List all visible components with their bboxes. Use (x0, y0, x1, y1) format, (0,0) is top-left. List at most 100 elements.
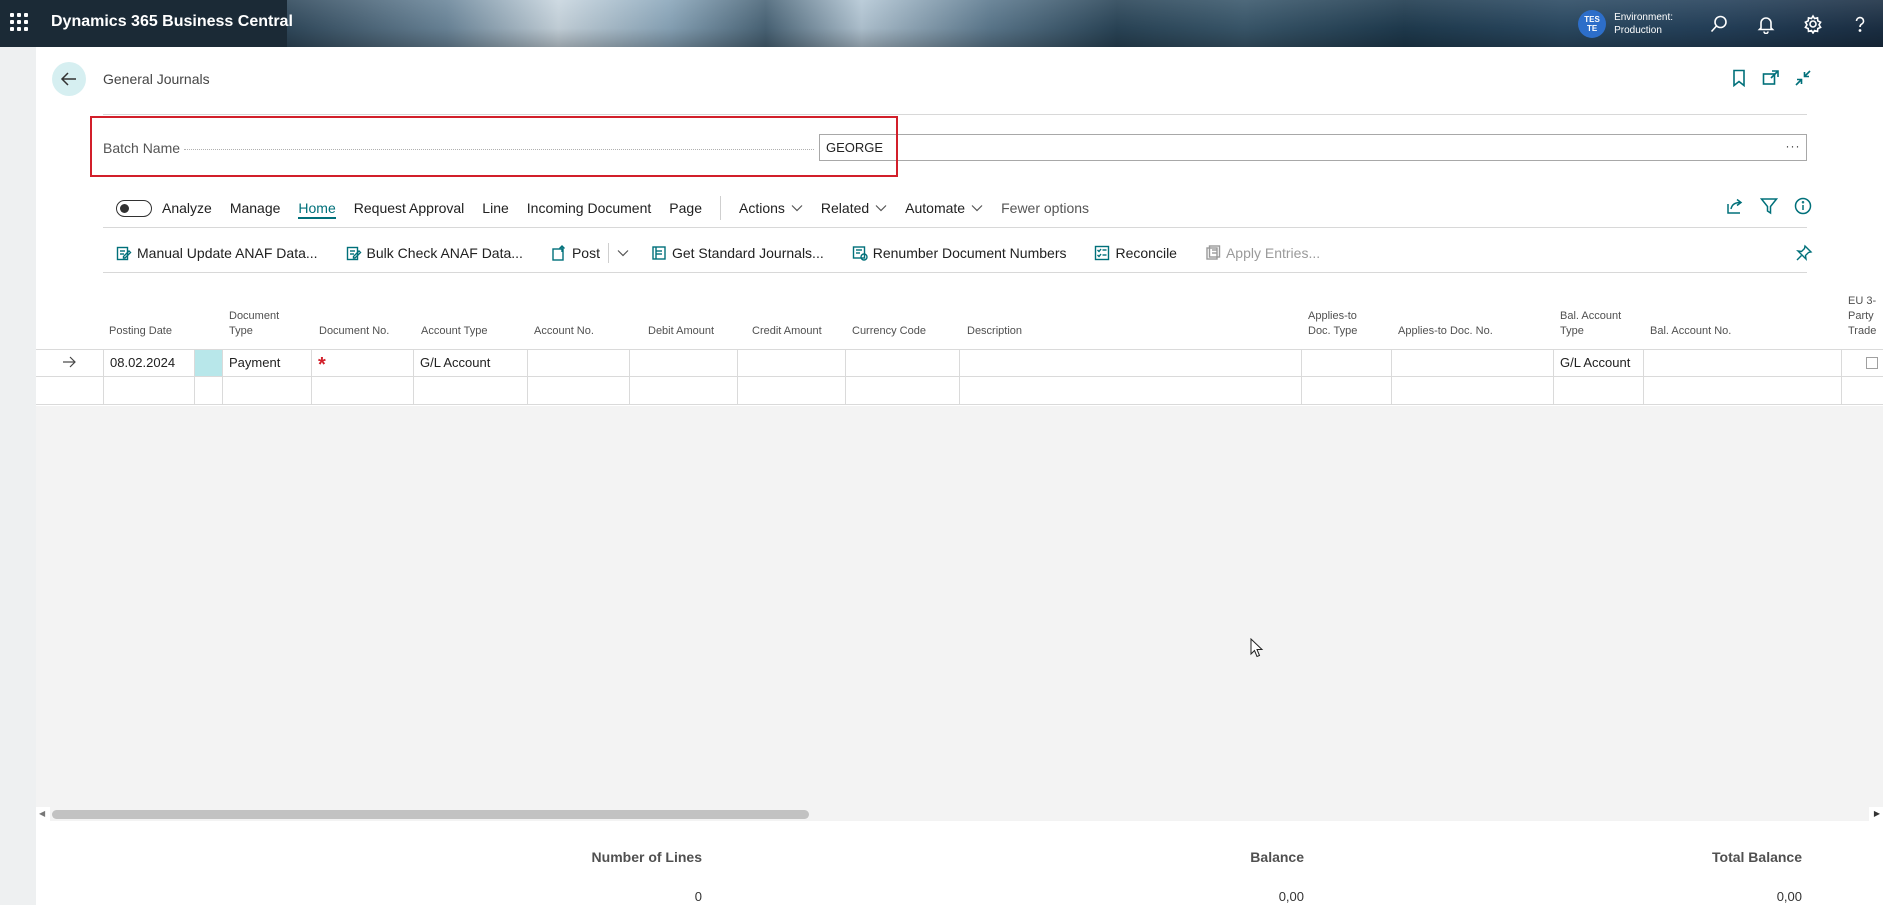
tab-analyze-label[interactable]: Analyze (162, 200, 212, 216)
col-header-document-type[interactable]: Document Type (229, 309, 295, 339)
bulk-check-anaf-button[interactable]: Bulk Check ANAF Data... (346, 245, 523, 261)
grid-empty-area (36, 406, 1883, 807)
table-row[interactable]: 08.02.2024 Payment * G/L Account G/L Acc… (36, 349, 1883, 377)
cell-marker[interactable] (194, 377, 222, 404)
post-split-divider (607, 243, 609, 263)
analyze-toggle[interactable] (116, 199, 152, 217)
cell-description[interactable] (959, 377, 1301, 404)
cell-document-type[interactable]: Payment (222, 350, 311, 377)
cell-description[interactable] (959, 350, 1301, 377)
cell-account-type[interactable] (413, 377, 527, 404)
environment-indicator[interactable]: Environment: Production (1614, 11, 1673, 37)
row-arrow-right-icon (63, 356, 76, 368)
open-new-window-icon[interactable] (1761, 68, 1781, 88)
col-header-description[interactable]: Description (967, 324, 1297, 339)
bell-icon[interactable] (1742, 0, 1789, 47)
bookmark-icon[interactable] (1729, 68, 1749, 88)
post-label: Post (571, 245, 600, 261)
post-button[interactable]: Post (551, 245, 600, 261)
cell-currency-code[interactable] (845, 377, 959, 404)
scroll-right-arrow-icon[interactable]: ▶ (1874, 809, 1880, 818)
user-avatar[interactable]: TES TE (1578, 9, 1607, 38)
col-header-account-no[interactable]: Account No. (534, 324, 630, 339)
share-icon[interactable] (1725, 196, 1745, 216)
tab-manage[interactable]: Manage (230, 200, 281, 216)
cell-credit-amount[interactable] (737, 350, 845, 377)
cell-debit-amount[interactable] (629, 350, 737, 377)
cell-document-type[interactable] (222, 377, 311, 404)
tab-incoming-document[interactable]: Incoming Document (527, 200, 652, 216)
search-icon[interactable] (1695, 0, 1742, 47)
cell-bal-account-no[interactable] (1643, 377, 1841, 404)
col-header-bal-account-type[interactable]: Bal. Account Type (1560, 309, 1640, 339)
post-dropdown-button[interactable] (617, 249, 629, 257)
cell-applies-to-doc-no[interactable] (1391, 350, 1553, 377)
col-header-account-type[interactable]: Account Type (421, 324, 529, 339)
cell-selected-marker[interactable] (194, 350, 222, 377)
table-row-empty[interactable] (36, 376, 1883, 405)
cell-eu-3-party-trade[interactable] (1841, 350, 1883, 377)
app-launcher-icon[interactable] (10, 13, 30, 33)
tab-line[interactable]: Line (482, 200, 508, 216)
fewer-options-button[interactable]: Fewer options (1001, 200, 1089, 216)
cell-account-type[interactable]: G/L Account (413, 350, 527, 377)
horizontal-scrollbar[interactable]: ◀ ▶ (36, 807, 1883, 821)
col-header-credit-amount[interactable]: Credit Amount (752, 324, 854, 339)
col-header-applies-to-doc-type[interactable]: Applies-to Doc. Type (1308, 309, 1378, 339)
filter-icon[interactable] (1759, 196, 1779, 216)
cell-account-no[interactable] (527, 377, 629, 404)
tab-page[interactable]: Page (669, 200, 702, 216)
bulk-check-anaf-label: Bulk Check ANAF Data... (366, 245, 523, 261)
actions-menu[interactable]: Actions (739, 200, 803, 216)
col-header-debit-amount[interactable]: Debit Amount (648, 324, 750, 339)
tab-request-approval[interactable]: Request Approval (354, 200, 465, 216)
cell-posting-date[interactable]: 08.02.2024 (103, 350, 194, 377)
scrollbar-thumb[interactable] (52, 810, 809, 819)
col-header-bal-account-no[interactable]: Bal. Account No. (1650, 324, 1800, 339)
col-header-currency-code[interactable]: Currency Code (852, 324, 960, 339)
cell-currency-code[interactable] (845, 350, 959, 377)
cell-applies-to-doc-type[interactable] (1301, 350, 1391, 377)
automate-menu[interactable]: Automate (905, 200, 983, 216)
pin-icon[interactable] (1795, 244, 1813, 267)
gear-icon[interactable] (1789, 0, 1836, 47)
reconcile-button[interactable]: Reconcile (1094, 245, 1177, 261)
info-icon[interactable] (1793, 196, 1813, 216)
edit-document-icon (346, 246, 362, 261)
col-header-applies-to-doc-no[interactable]: Applies-to Doc. No. (1398, 324, 1548, 339)
col-header-eu-3-party-trade[interactable]: EU 3-Party Trade (1848, 294, 1883, 339)
cell-bal-account-no[interactable] (1643, 350, 1841, 377)
cell-debit-amount[interactable] (629, 377, 737, 404)
cell-document-no[interactable] (311, 377, 413, 404)
cell-bal-account-type[interactable] (1553, 377, 1643, 404)
cell-credit-amount[interactable] (737, 377, 845, 404)
apply-entries-button[interactable]: Apply Entries... (1205, 245, 1320, 261)
cell-applies-to-doc-no[interactable] (1391, 377, 1553, 404)
help-icon[interactable] (1836, 0, 1883, 47)
cell-eu-3-party-trade[interactable] (1841, 377, 1883, 404)
col-header-posting-date[interactable]: Posting Date (109, 324, 197, 339)
batch-name-lookup-button[interactable]: ··· (1782, 136, 1804, 158)
cell-posting-date[interactable] (103, 377, 194, 404)
manual-update-anaf-label: Manual Update ANAF Data... (137, 245, 318, 261)
journal-totals: Number of Lines 0 Balance 0,00 Total Bal… (36, 827, 1883, 905)
manual-update-anaf-button[interactable]: Manual Update ANAF Data... (116, 245, 318, 261)
collapse-icon[interactable] (1793, 68, 1813, 88)
cell-applies-to-doc-type[interactable] (1301, 377, 1391, 404)
total-balance-label: Total Balance (1712, 849, 1802, 865)
back-button[interactable] (52, 62, 86, 96)
app-title[interactable]: Dynamics 365 Business Central (51, 13, 293, 31)
tab-home[interactable]: Home (298, 200, 336, 219)
related-menu[interactable]: Related (821, 200, 887, 216)
get-standard-journals-button[interactable]: Get Standard Journals... (651, 245, 824, 261)
balance-value: 0,00 (1278, 889, 1304, 904)
cell-bal-account-type[interactable]: G/L Account (1553, 350, 1643, 377)
renumber-document-numbers-button[interactable]: Renumber Document Numbers (852, 245, 1066, 261)
batch-name-input[interactable]: GEORGE (819, 134, 1807, 161)
eu-3-party-trade-checkbox[interactable] (1866, 357, 1878, 369)
cell-account-no[interactable] (527, 350, 629, 377)
scroll-left-arrow-icon[interactable]: ◀ (39, 809, 45, 818)
checklist-icon (1095, 245, 1110, 261)
col-header-document-no[interactable]: Document No. (319, 324, 415, 339)
cell-document-no[interactable]: * (311, 350, 413, 377)
